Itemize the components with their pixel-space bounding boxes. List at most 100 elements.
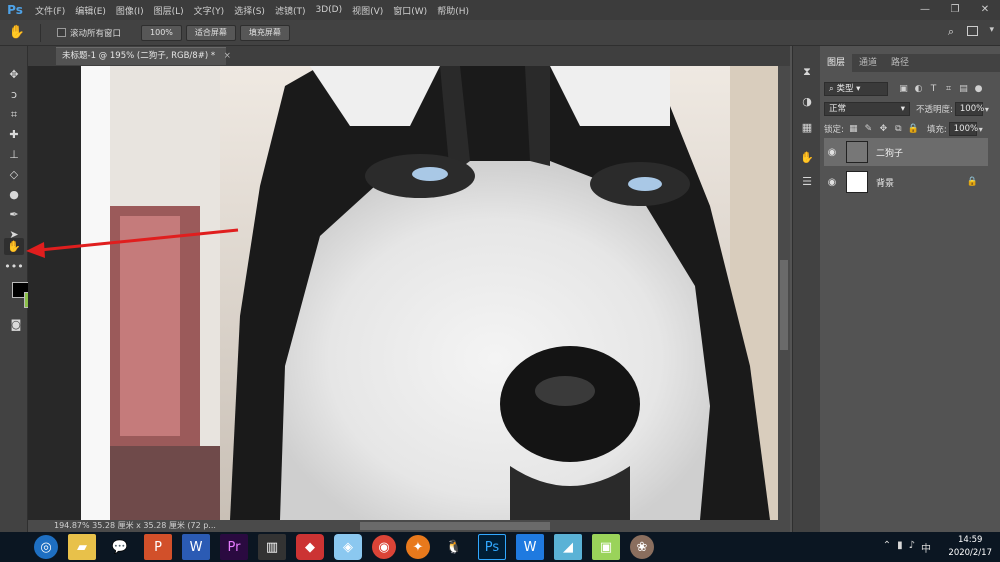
clone-stamp-icon[interactable]: ⊥	[4, 146, 24, 163]
fill-label: 填充:	[926, 125, 947, 135]
lock-pixels-icon[interactable]: ✎	[863, 124, 874, 135]
crop-tool-icon[interactable]: ⌗	[4, 106, 24, 123]
tab-paths[interactable]: 路径	[884, 54, 916, 72]
qq-icon[interactable]: 🐧	[440, 534, 468, 560]
app-icon[interactable]: ▣	[592, 534, 620, 560]
more-tools-icon[interactable]: •••	[4, 258, 24, 275]
photoshop-icon[interactable]: Ps	[478, 534, 506, 560]
blur-tool-icon[interactable]: ●	[4, 186, 24, 203]
tray-icon[interactable]: ⌃	[883, 540, 891, 555]
layer-row-husky[interactable]: ◉ 二狗子	[824, 138, 988, 166]
volume-icon[interactable]: ♪	[909, 540, 915, 555]
document-status: 194.87% 35.28 厘米 x 35.28 厘米 (72 p...	[54, 521, 216, 530]
smart-object-filter-icon[interactable]: ▤	[958, 84, 969, 95]
wps-icon[interactable]: W	[516, 534, 544, 560]
premiere-icon[interactable]: Pr	[220, 534, 248, 560]
chevron-down-icon[interactable]: ▾	[989, 25, 994, 35]
chevron-down-icon[interactable]: ▾	[979, 125, 983, 134]
blend-mode-select[interactable]: 正常 ▾	[824, 102, 910, 116]
horizontal-scroll-thumb[interactable]	[360, 522, 550, 530]
file-explorer-icon[interactable]: ▰	[68, 534, 96, 560]
video-editor-icon[interactable]: ▥	[258, 534, 286, 560]
menu-help[interactable]: 帮助(H)	[432, 4, 474, 17]
search-icon[interactable]: ⌕	[948, 25, 954, 39]
powerpoint-icon[interactable]: P	[144, 534, 172, 560]
healing-brush-icon[interactable]: ✚	[4, 126, 24, 143]
menu-select[interactable]: 选择(S)	[229, 4, 270, 17]
taskbar-clock[interactable]: 14:59 2020/2/17	[948, 534, 992, 560]
menu-view[interactable]: 视图(V)	[347, 4, 388, 17]
blend-row: 正常 ▾ 不透明度: 100% ▾	[820, 100, 1000, 118]
move-tool-icon[interactable]: ✥	[4, 66, 24, 83]
menu-window[interactable]: 窗口(W)	[388, 4, 432, 17]
workspace-icon[interactable]	[967, 26, 978, 36]
input-method-icon[interactable]: 中	[921, 540, 931, 555]
lock-artboard-icon[interactable]: ⧉	[893, 124, 904, 135]
properties-panel-icon[interactable]: ☰	[799, 174, 815, 190]
visibility-eye-icon[interactable]: ◉	[824, 147, 840, 158]
lock-transparency-icon[interactable]: ▦	[848, 124, 859, 135]
menu-layer[interactable]: 图层(L)	[149, 4, 189, 17]
zoom-100-button[interactable]: 100%	[141, 24, 182, 41]
toolbox: ✥ ◯ ↄ ⌁ ⌗ ⟋ ✚ ✎ ⊥ ⟆ ◇ ▤ ● ⚲ ✒ T ➤ ▭ ✋ ⚲ …	[0, 46, 42, 532]
menu-3d[interactable]: 3D(D)	[310, 5, 347, 15]
type-filter-icon[interactable]: T	[928, 84, 939, 95]
wechat-icon[interactable]: 💬	[106, 534, 134, 560]
chevron-down-icon[interactable]: ▾	[985, 105, 989, 114]
app-icon[interactable]: ✦	[406, 535, 430, 559]
layers-panel: 图层 通道 路径 ⌕ 类型 ▾ ▣ ◐ T ⌗ ▤ ● 正常 ▾ 不透明度: 10…	[820, 46, 1000, 532]
filter-kind-select[interactable]: ⌕ 类型 ▾	[824, 82, 888, 96]
menu-edit[interactable]: 编辑(E)	[70, 4, 111, 17]
quick-mask-icon[interactable]: ◙	[6, 316, 26, 333]
close-tab-icon[interactable]: ×	[224, 51, 231, 61]
close-button[interactable]: ✕	[970, 0, 1000, 20]
lock-position-icon[interactable]: ✥	[878, 124, 889, 135]
fill-input[interactable]: 100%	[948, 122, 978, 136]
tool-presets-icon[interactable]: ✋	[799, 150, 815, 166]
hand-tool-icon[interactable]: ✋	[4, 238, 24, 255]
menu-type[interactable]: 文字(Y)	[189, 4, 230, 17]
layer-name[interactable]: 背景	[876, 176, 894, 189]
hand-tool-preset-icon[interactable]: ✋	[0, 25, 34, 40]
word-icon[interactable]: W	[182, 534, 210, 560]
filter-toggle-icon[interactable]: ●	[973, 84, 984, 95]
app-icon[interactable]: ❀	[630, 535, 654, 559]
menu-filter[interactable]: 滤镜(T)	[270, 4, 311, 17]
app-icon[interactable]: ◆	[296, 534, 324, 560]
fill-screen-button[interactable]: 填充屏幕	[239, 24, 290, 41]
blend-mode-value: 正常	[829, 104, 847, 114]
layer-name[interactable]: 二狗子	[876, 146, 903, 159]
opacity-input[interactable]: 100%	[954, 102, 984, 116]
visibility-eye-icon[interactable]: ◉	[824, 177, 840, 188]
network-icon[interactable]: ▮	[897, 540, 903, 555]
layer-thumbnail	[846, 171, 868, 193]
tab-layers[interactable]: 图层	[820, 54, 853, 72]
canvas-area[interactable]	[28, 66, 778, 520]
menu-file[interactable]: 文件(F)	[30, 4, 70, 17]
adjustment-filter-icon[interactable]: ◐	[913, 84, 924, 95]
pixel-filter-icon[interactable]: ▣	[898, 84, 909, 95]
chrome-icon[interactable]: ◉	[372, 535, 396, 559]
shape-filter-icon[interactable]: ⌗	[943, 84, 954, 95]
maximize-button[interactable]: ❐	[940, 0, 970, 20]
system-tray: ⌃ ▮ ♪ 中	[880, 540, 934, 555]
scroll-all-windows-checkbox[interactable]	[57, 28, 66, 37]
history-panel-icon[interactable]: ⧗	[799, 64, 815, 80]
vertical-scroll-thumb[interactable]	[780, 260, 788, 350]
pen-tool-icon[interactable]: ✒	[4, 206, 24, 223]
lock-all-icon[interactable]: 🔒	[908, 124, 919, 135]
minimize-button[interactable]: —	[910, 0, 940, 20]
browser-icon[interactable]: ◎	[34, 535, 58, 559]
swatches-panel-icon[interactable]: ▦	[799, 120, 815, 136]
eraser-tool-icon[interactable]: ◇	[4, 166, 24, 183]
scroll-all-windows-label: 滚动所有窗口	[70, 28, 122, 39]
fit-screen-button[interactable]: 适合屏幕	[185, 24, 236, 41]
menu-image[interactable]: 图像(I)	[111, 4, 149, 17]
layer-row-background[interactable]: ◉ 背景 🔒	[824, 168, 988, 196]
lasso-tool-icon[interactable]: ↄ	[4, 86, 24, 103]
app-icon[interactable]: ◢	[554, 534, 582, 560]
document-tab[interactable]: 未标题-1 @ 195% (二狗子, RGB/8#) * ×	[56, 47, 231, 65]
color-panel-icon[interactable]: ◑	[799, 94, 815, 110]
tab-channels[interactable]: 通道	[852, 54, 884, 72]
app-icon[interactable]: ◈	[334, 534, 362, 560]
